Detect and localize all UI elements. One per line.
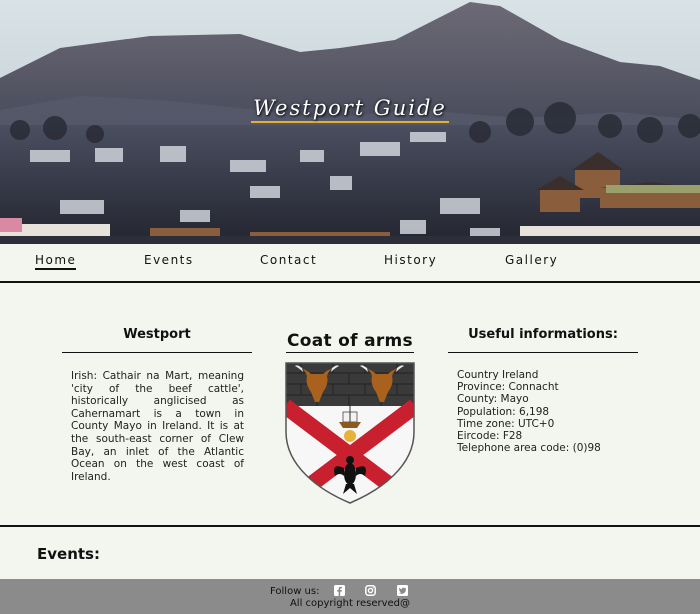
nav-events[interactable]: Events bbox=[144, 253, 194, 267]
site-title: Westport Guide bbox=[0, 96, 700, 123]
facebook-icon[interactable] bbox=[334, 585, 345, 596]
nav-contact[interactable]: Contact bbox=[260, 253, 317, 267]
main-nav: Home Events Contact History Gallery bbox=[0, 244, 700, 283]
info-eircode: Eircode: F28 bbox=[457, 430, 523, 443]
footer: Follow us: All copyright reserved@ bbox=[0, 579, 700, 614]
nav-gallery[interactable]: Gallery bbox=[505, 253, 558, 267]
hero-banner: Westport Guide bbox=[0, 0, 700, 244]
section-divider bbox=[0, 525, 700, 527]
info-title: Useful informations: bbox=[468, 327, 618, 342]
nav-home[interactable]: Home bbox=[35, 253, 77, 270]
info-country: Country Ireland bbox=[457, 369, 539, 381]
copyright-text: All copyright reserved@ bbox=[289, 598, 411, 609]
instagram-icon[interactable] bbox=[365, 585, 376, 596]
about-title: Westport bbox=[123, 327, 191, 342]
info-province: Province: Connacht bbox=[457, 381, 559, 394]
about-text: Irish: Cathair na Mart, meaning 'city of… bbox=[71, 370, 244, 483]
events-heading: Events: bbox=[37, 545, 100, 563]
coat-divider bbox=[286, 352, 414, 353]
info-phone-code: Telephone area code: (0)98 bbox=[457, 442, 601, 455]
twitter-icon[interactable] bbox=[397, 585, 408, 596]
about-divider bbox=[62, 352, 252, 353]
info-timezone: Time zone: UTC+0 bbox=[457, 417, 555, 430]
info-list: Country Ireland Province: Connacht Count… bbox=[457, 369, 601, 454]
info-divider bbox=[448, 352, 638, 353]
site-title-text: Westport Guide bbox=[251, 96, 449, 123]
coat-title: Coat of arms bbox=[287, 331, 413, 351]
info-county: County: Mayo bbox=[457, 393, 529, 406]
coat-of-arms-icon bbox=[285, 362, 415, 504]
info-population: Population: 6,198 bbox=[457, 405, 550, 418]
nav-history[interactable]: History bbox=[384, 253, 437, 267]
follow-label: Follow us: bbox=[270, 586, 320, 597]
